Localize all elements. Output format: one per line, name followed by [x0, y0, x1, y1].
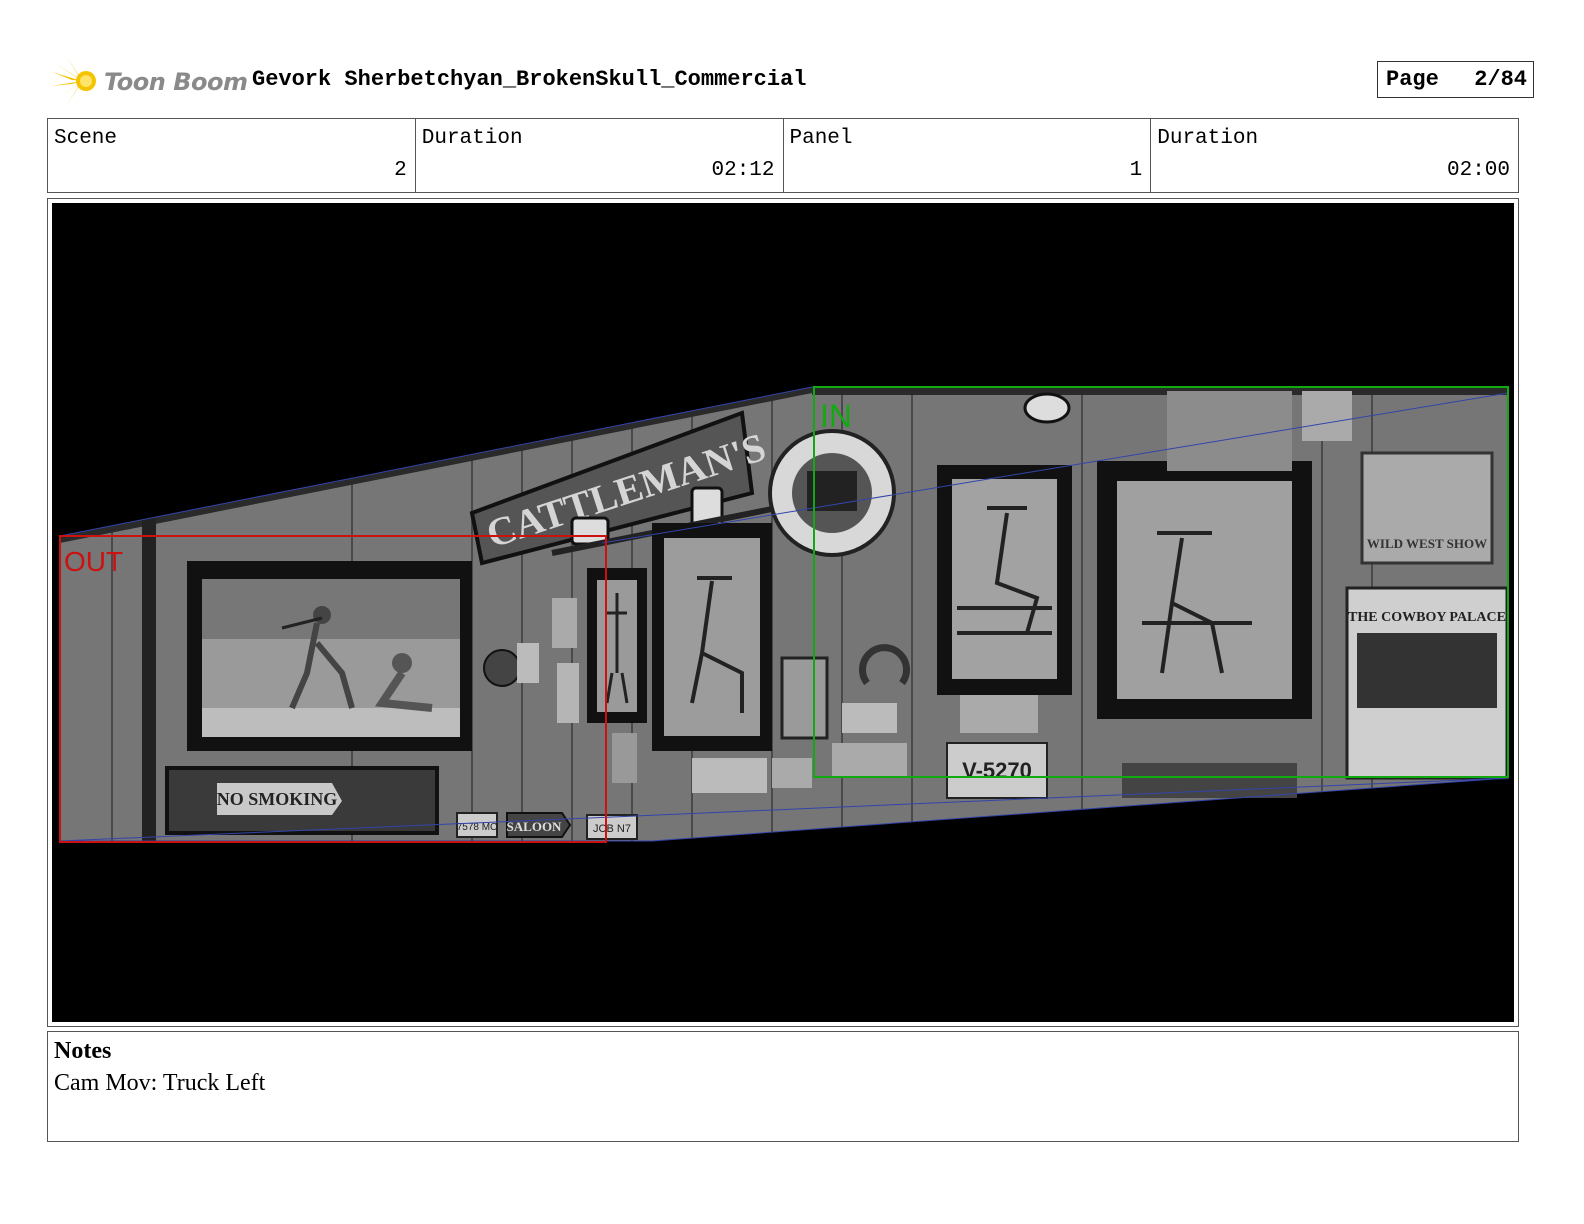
panel-drawing: NO SMOKING CATTLEMAN'S 7578 MC SALOON JC…: [59, 386, 1509, 843]
toon-boom-starburst-icon: [52, 56, 96, 106]
no-smoking-text: NO SMOKING: [217, 789, 338, 809]
no-smoking-sign: NO SMOKING: [165, 766, 439, 835]
panel-duration-label: Duration: [1157, 127, 1259, 150]
scene-duration-value: 02:12: [711, 159, 775, 182]
project-title: Gevork Sherbetchyan_BrokenSkull_Commerci…: [252, 67, 807, 92]
toon-boom-logo: Toon Boom: [52, 56, 248, 108]
scene-cell: Scene 2: [48, 119, 416, 192]
page-indicator: Page 2/84: [1377, 61, 1534, 98]
television: [187, 561, 472, 751]
panel-label: Panel: [789, 127, 853, 150]
bottle-cap-sign: [768, 429, 896, 557]
plate-2-text: JCB N7: [593, 823, 631, 835]
cowboy-palace-text: THE COWBOY PALACE: [1348, 610, 1506, 625]
panel-duration-cell: Duration 02:00: [1151, 119, 1518, 192]
page-label: Page: [1386, 67, 1439, 92]
panel-cell: Panel 1: [784, 119, 1152, 192]
storyboard-panel-frame: NO SMOKING CATTLEMAN'S 7578 MC SALOON JC…: [47, 198, 1519, 1027]
scene-duration-label: Duration: [421, 127, 523, 150]
panel-duration-value: 02:00: [1446, 159, 1510, 182]
notes-body: Cam Mov: Truck Left: [54, 1070, 266, 1096]
storyboard-panel-image: NO SMOKING CATTLEMAN'S 7578 MC SALOON JC…: [52, 203, 1514, 1022]
out-label: OUT: [64, 546, 123, 577]
scene-info-row: Scene 2 Duration 02:12 Panel 1 Duration …: [47, 118, 1519, 193]
scene-value: 2: [394, 159, 407, 182]
in-label: IN: [820, 398, 852, 434]
scene-label: Scene: [54, 127, 118, 150]
wild-west-text: WILD WEST SHOW: [1367, 536, 1487, 551]
notes-title: Notes: [54, 1038, 112, 1064]
page-number: 2/84: [1474, 67, 1527, 92]
framed-cowboy-sitting-right: [1097, 461, 1312, 719]
panel-value: 1: [1129, 159, 1143, 182]
notes-section: Notes Cam Mov: Truck Left: [47, 1031, 1519, 1142]
framed-cowboy-small: [587, 568, 647, 723]
framed-cowboy-sitting-left: [652, 523, 772, 751]
framed-cowboy-fence: [937, 465, 1072, 695]
logo-text: Toon Boom: [104, 68, 248, 96]
plate-3-text: V-5270: [962, 758, 1032, 783]
page-header: Toon Boom Gevork Sherbetchyan_BrokenSkul…: [52, 52, 1534, 108]
scene-duration-cell: Duration 02:12: [416, 119, 784, 192]
